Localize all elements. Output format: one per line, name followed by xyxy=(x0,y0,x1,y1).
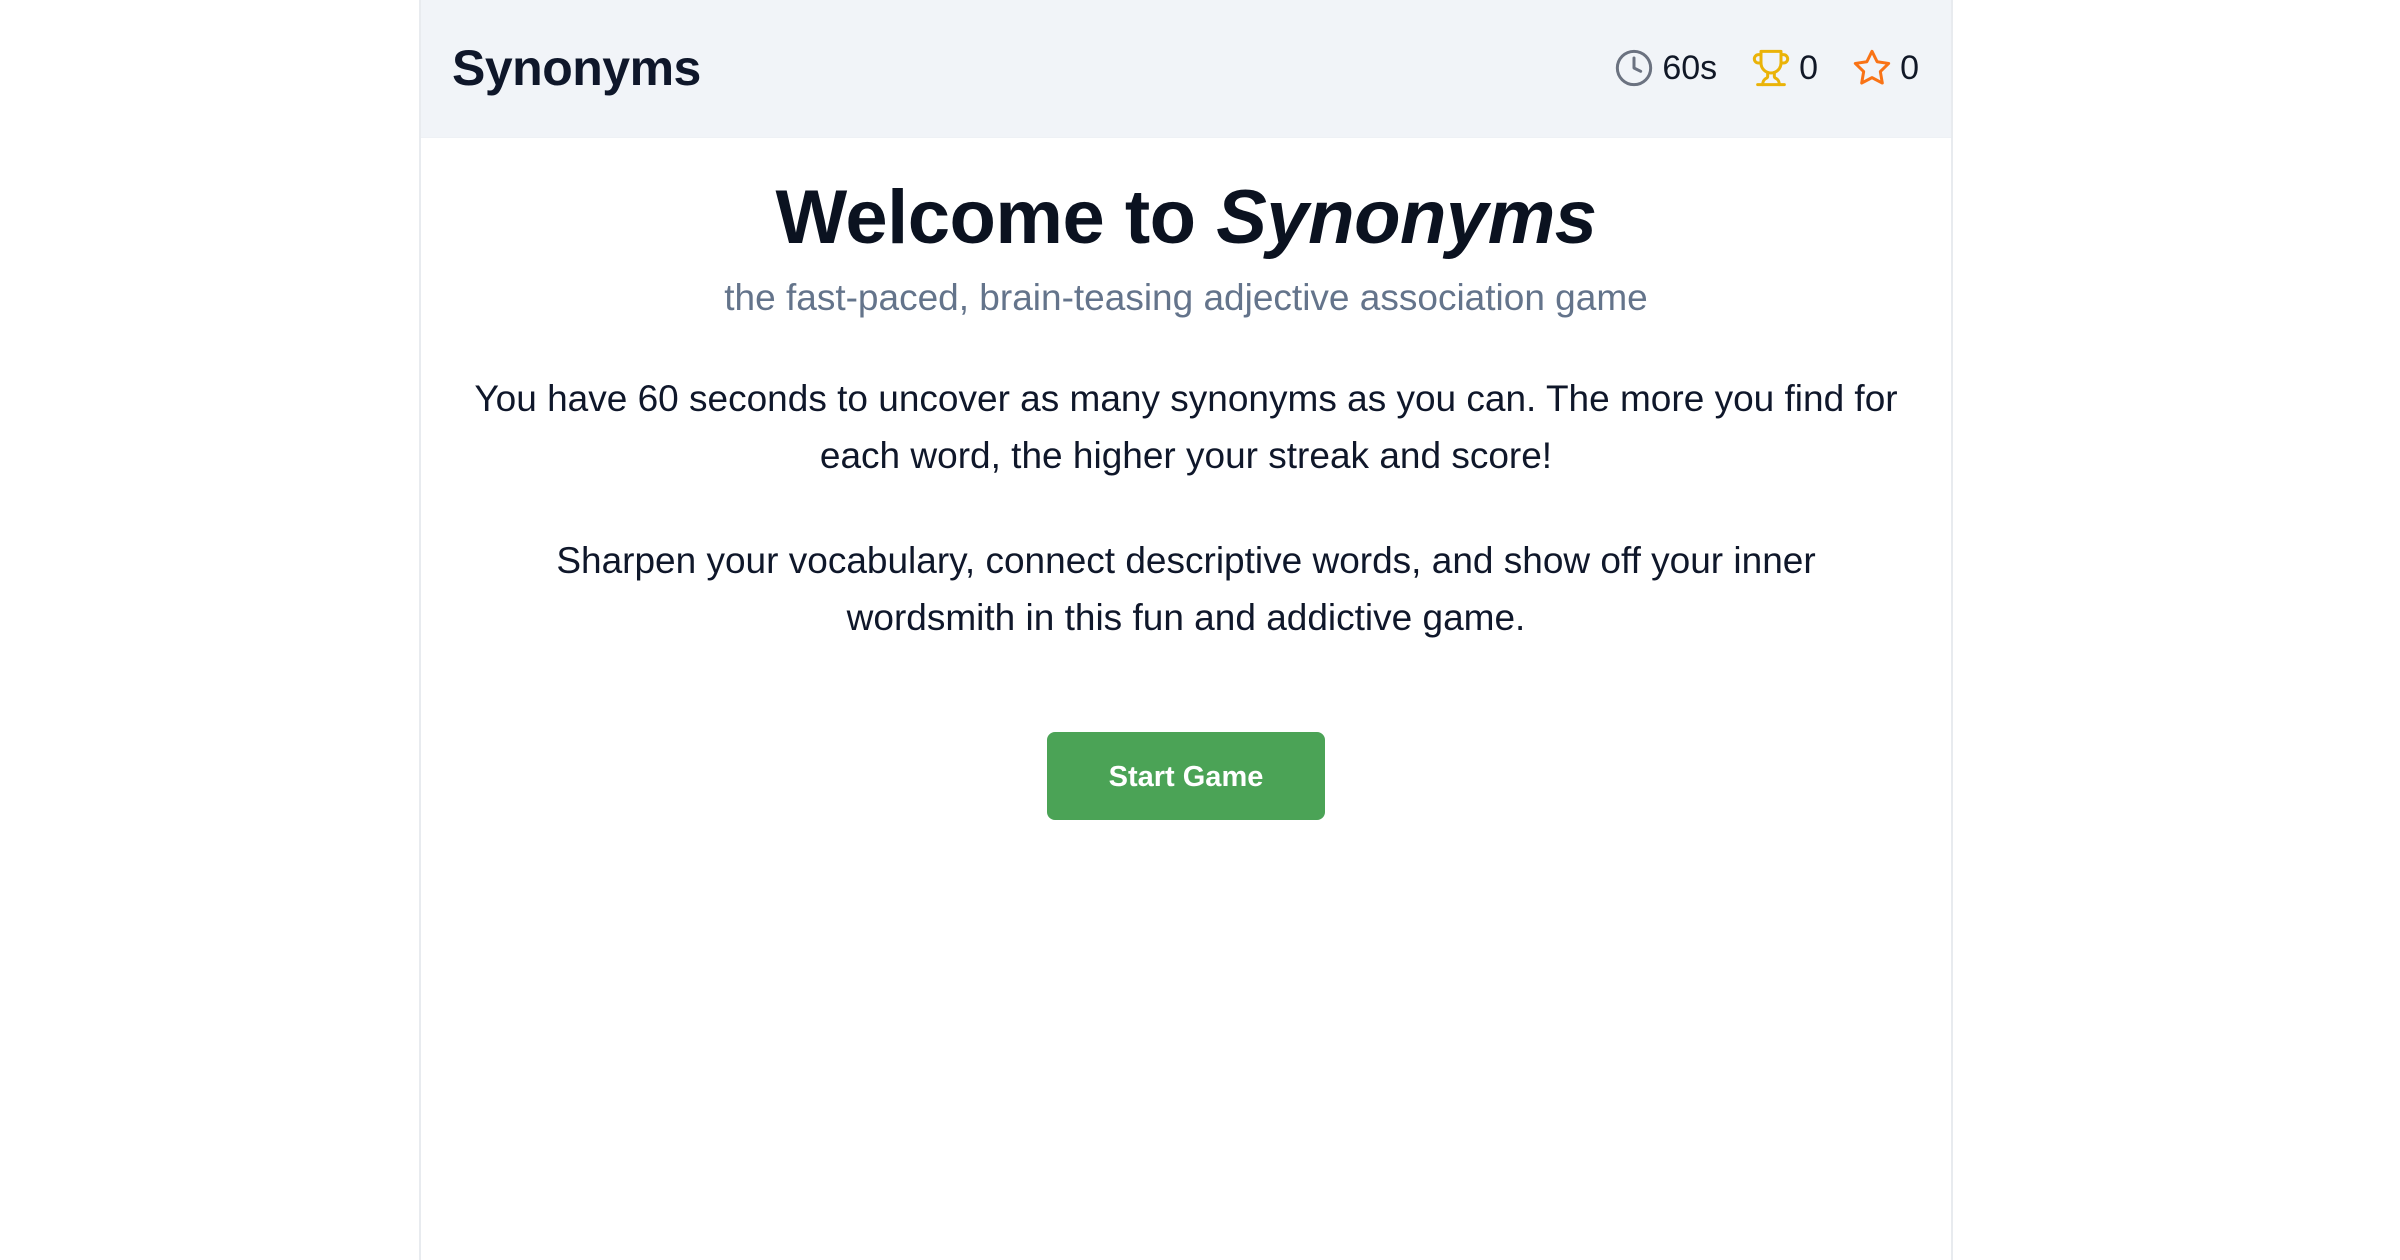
subtitle: the fast-paced, brain-teasing adjective … xyxy=(724,277,1648,318)
star-icon xyxy=(1852,48,1892,88)
timer-stat: 60s xyxy=(1614,48,1717,88)
welcome-game-name: Synonyms xyxy=(1216,175,1597,260)
welcome-section: Welcome to Synonyms the fast-paced, brai… xyxy=(421,138,1951,820)
start-game-button[interactable]: Start Game xyxy=(1047,732,1325,820)
instructions-paragraph: You have 60 seconds to uncover as many s… xyxy=(474,378,1898,476)
game-card: Synonyms 60s 0 0 Welcome to Synonyms the… xyxy=(419,0,1953,1260)
trophy-icon xyxy=(1751,48,1791,88)
trophy-value: 0 xyxy=(1799,48,1819,87)
stats-bar: 60s 0 0 xyxy=(1614,42,1919,94)
star-value: 0 xyxy=(1900,48,1919,87)
clock-icon xyxy=(1614,48,1654,88)
description-paragraph: Sharpen your vocabulary, connect descrip… xyxy=(556,540,1816,638)
trophy-stat: 0 xyxy=(1751,48,1818,88)
timer-value: 60s xyxy=(1662,48,1718,87)
welcome-prefix: Welcome to xyxy=(775,175,1217,260)
welcome-heading: Welcome to Synonyms xyxy=(421,170,1951,266)
app-title: Synonyms xyxy=(452,40,701,96)
header-bar: Synonyms 60s 0 0 xyxy=(421,0,1951,138)
star-stat: 0 xyxy=(1852,48,1919,88)
